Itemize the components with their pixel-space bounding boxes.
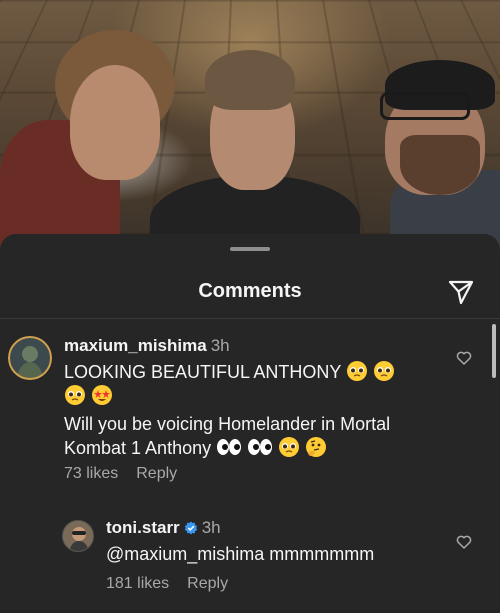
verified-badge-icon: [184, 521, 197, 535]
header-divider: [0, 318, 500, 319]
reply-button[interactable]: Reply: [136, 465, 177, 482]
thinking-face-emoji: [306, 437, 327, 457]
comment-username[interactable]: maxium_mishima: [64, 336, 207, 355]
person-hair: [205, 50, 295, 110]
comment-text: LOOKING BEAUTIFUL ANTHONY Will you be vo…: [64, 360, 464, 460]
comment-time: 3h: [210, 336, 230, 355]
person-beard: [400, 135, 480, 195]
sheet-title: Comments: [198, 280, 302, 302]
reply-comment-item: toni.starr 3h @maxium_mishima mmmmmmm 181…: [0, 516, 490, 596]
person-glasses: [380, 92, 470, 120]
avatar[interactable]: [62, 520, 94, 552]
eyes-emoji: [248, 439, 273, 455]
likes-count[interactable]: 181 likes: [106, 575, 169, 592]
comment-meta: 181 likes Reply: [106, 575, 246, 593]
post-photo: [0, 0, 500, 250]
heart-outline-icon[interactable]: [456, 534, 472, 550]
pleading-face-emoji: [65, 385, 85, 405]
pleading-face-emoji: [279, 437, 300, 457]
eyes-emoji: [217, 439, 242, 455]
person-face: [70, 65, 160, 180]
heart-outline-icon[interactable]: [456, 350, 472, 366]
pleading-face-emoji: [347, 361, 368, 381]
pleading-face-emoji: [374, 361, 395, 381]
comment-text-line: Will you be voicing Homelander in Mortal: [64, 414, 391, 434]
avatar[interactable]: [8, 336, 52, 380]
avatar-image: [63, 521, 93, 551]
comment-text: @maxium_mishima mmmmmmm: [106, 544, 375, 564]
comment-text-line: LOOKING BEAUTIFUL ANTHONY: [64, 362, 342, 382]
avatar-story-ring: [8, 336, 52, 380]
comment-item: maxium_mishima 3h LOOKING BEAUTIFUL ANTHO…: [0, 334, 490, 494]
scrollbar[interactable]: [492, 324, 496, 378]
comment-username[interactable]: toni.starr: [106, 518, 180, 537]
sheet-drag-handle[interactable]: [230, 247, 270, 251]
send-icon[interactable]: [447, 278, 475, 306]
comment-time: 3h: [201, 518, 221, 537]
likes-count[interactable]: 73 likes: [64, 465, 118, 482]
star-struck-emoji: [92, 385, 113, 405]
reply-button[interactable]: Reply: [187, 575, 228, 592]
comment-meta: 73 likes Reply: [64, 465, 195, 483]
comment-text-line: Kombat 1 Anthony: [64, 438, 212, 458]
comments-sheet: Comments maxium_mishima 3h LOOKING BEAUTI…: [0, 234, 500, 613]
